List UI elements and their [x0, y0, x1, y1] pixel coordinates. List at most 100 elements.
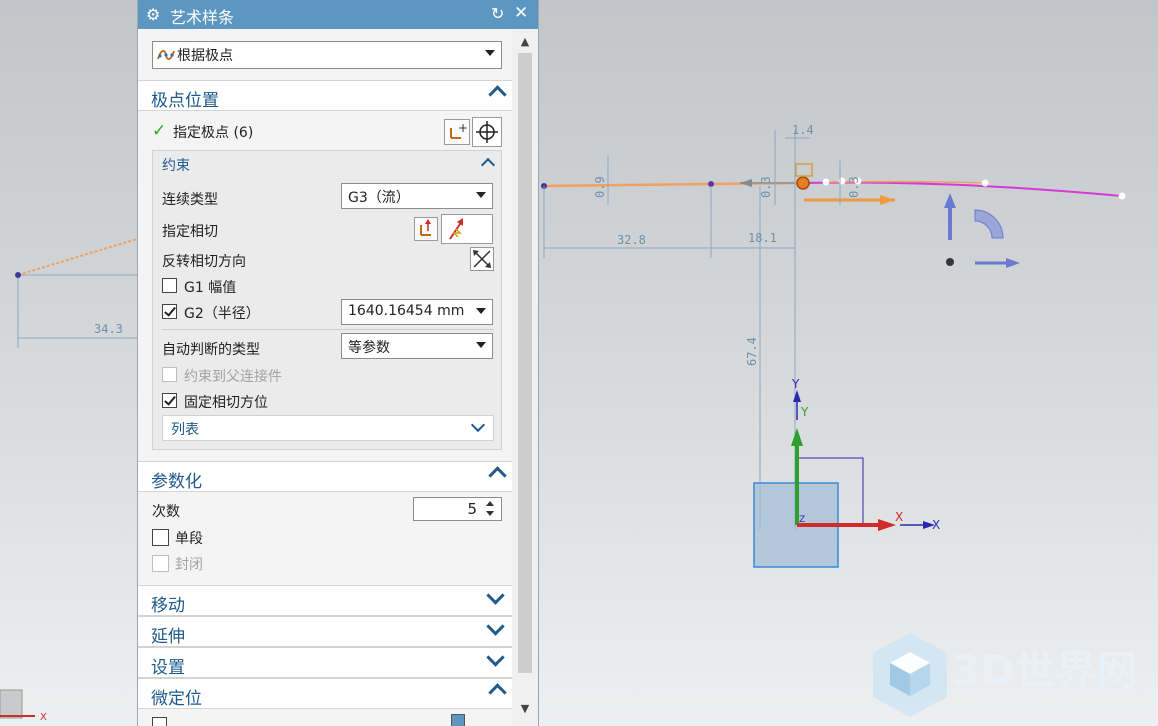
auto-type-select[interactable]: 等参数 — [341, 333, 493, 359]
g1-checkbox[interactable] — [162, 278, 177, 293]
scroll-down-icon[interactable]: ▼ — [512, 698, 538, 720]
divider — [162, 329, 494, 330]
axis-label-y: Y — [791, 377, 800, 391]
pole-point — [15, 272, 21, 278]
dim-label: 32.8 — [617, 233, 646, 247]
scroll-thumb[interactable] — [518, 53, 532, 673]
chevron-down-icon[interactable] — [486, 648, 505, 667]
dim-label: 0.9 — [593, 176, 607, 198]
reverse-tangent-label: 反转相切方向 — [162, 254, 246, 270]
point-dialog-button[interactable]: + — [444, 119, 470, 145]
section-label: 设置 — [151, 658, 185, 678]
section-fine-positioning[interactable]: 微定位 — [138, 678, 512, 709]
svg-text:+: + — [458, 121, 468, 135]
cube-logo-icon — [873, 633, 947, 717]
watermark-logo: 3D世界网 WWW.3DSJW.COM — [870, 630, 1140, 720]
crosshair-icon — [476, 121, 498, 143]
inferred-vector-select[interactable] — [441, 214, 493, 244]
vector-dialog-button[interactable] — [414, 217, 438, 241]
spline-segment-left — [17, 237, 141, 276]
specify-tangent-label: 指定相切 — [162, 224, 218, 240]
section-label: 延伸 — [151, 627, 185, 647]
axis-label-z: Z — [799, 515, 805, 525]
reverse-direction-button[interactable] — [470, 247, 494, 271]
auto-type-value: 等参数 — [348, 340, 390, 356]
selected-pole — [796, 176, 810, 190]
point-constructor-icon: + — [450, 121, 468, 139]
dim-label: 0.3 — [759, 176, 773, 198]
section-label: 极点位置 — [151, 91, 219, 111]
dialog-content: 根据极点 极点位置 ✓ 指定极点 (6) + 约束 连续类型 G3（流） 指定相… — [138, 29, 512, 726]
axis-label-y2: Y — [800, 405, 809, 419]
section-pole-position[interactable]: 极点位置 — [138, 80, 512, 111]
spin-down-icon[interactable] — [486, 511, 494, 516]
chevron-down-icon[interactable] — [476, 308, 486, 314]
continuity-value: G3（流） — [348, 190, 410, 206]
fine-position-checkbox[interactable] — [152, 717, 167, 726]
pole-point — [981, 179, 989, 187]
chevron-down-icon[interactable] — [486, 586, 505, 605]
dim-label: 0.3 — [847, 176, 861, 198]
section-label: 微定位 — [151, 689, 202, 709]
chevron-up-icon[interactable] — [488, 683, 507, 702]
dialog-titlebar[interactable]: ⚙ 艺术样条 ↻ ✕ — [138, 0, 538, 29]
single-segment-checkbox[interactable] — [152, 529, 169, 546]
continuity-select[interactable]: G3（流） — [341, 183, 493, 209]
section-label: 移动 — [151, 596, 185, 616]
g2-value-input[interactable]: 1640.16454 mm — [341, 299, 493, 325]
specify-poles-label: 指定极点 (6) — [173, 125, 254, 141]
list-expander[interactable]: 列表 — [162, 415, 494, 441]
reverse-direction-icon — [473, 250, 491, 268]
dim-label: 18.1 — [748, 231, 777, 245]
rotate-handle — [974, 209, 1004, 239]
continuity-label: 连续类型 — [162, 192, 218, 208]
closed-label: 封闭 — [175, 557, 203, 573]
vector-constructor-icon — [420, 219, 431, 236]
scroll-up-icon[interactable]: ▲ — [512, 31, 538, 53]
chevron-down-icon[interactable] — [485, 50, 495, 56]
reset-icon[interactable]: ↻ — [491, 4, 504, 23]
watermark-url: WWW.3DSJW.COM — [954, 686, 1089, 700]
g1-label: G1 幅值 — [184, 280, 237, 296]
constrain-parent-label: 约束到父连接件 — [184, 369, 282, 385]
chevron-down-icon[interactable] — [486, 617, 505, 636]
single-segment-label: 单段 — [175, 531, 203, 547]
auto-type-label: 自动判断的类型 — [162, 342, 260, 358]
axis-label-x2: X — [932, 518, 940, 532]
section-parameterization[interactable]: 参数化 — [138, 461, 512, 492]
method-select[interactable]: 根据极点 — [152, 41, 502, 69]
view-triad-box — [0, 689, 23, 719]
pole-point — [822, 178, 830, 186]
fix-tangent-checkbox[interactable] — [162, 393, 177, 408]
list-label: 列表 — [171, 422, 199, 438]
degree-spinner[interactable]: 5 — [413, 497, 502, 521]
g2-checkbox[interactable] — [162, 304, 177, 319]
section-label: 参数化 — [151, 472, 202, 492]
constraint-marker — [795, 163, 813, 177]
check-icon: ✓ — [152, 121, 167, 141]
section-move[interactable]: 移动 — [138, 585, 512, 616]
method-select-value: 根据极点 — [177, 48, 233, 64]
pole-point — [1118, 192, 1126, 200]
spin-up-icon[interactable] — [486, 501, 494, 506]
section-settings[interactable]: 设置 — [138, 647, 512, 678]
gear-icon[interactable]: ⚙ — [146, 5, 160, 24]
constraints-title: 约束 — [162, 158, 190, 174]
chevron-down-icon[interactable] — [476, 192, 486, 198]
snap-point-button[interactable] — [472, 117, 502, 147]
dim-label: 34.3 — [94, 322, 123, 336]
chevron-down-icon[interactable] — [476, 342, 486, 348]
chevron-down-icon[interactable] — [470, 417, 486, 433]
origin-handle — [946, 258, 954, 266]
g2-value: 1640.16454 mm — [348, 303, 465, 319]
section-extend[interactable]: 延伸 — [138, 616, 512, 647]
chevron-up-icon[interactable] — [488, 466, 507, 485]
handle-arrow — [740, 179, 752, 187]
close-icon[interactable]: ✕ — [514, 3, 528, 23]
triad-x-label: X — [40, 712, 47, 723]
constraints-group: 约束 连续类型 G3（流） 指定相切 反转相切方向 G1 幅值 G2（半径） 1… — [152, 150, 502, 450]
dialog-scrollbar[interactable]: ▲ ▼ — [512, 29, 538, 726]
chevron-up-icon[interactable] — [488, 85, 507, 104]
chevron-up-icon[interactable] — [480, 157, 496, 173]
color-swatch[interactable] — [451, 714, 465, 726]
